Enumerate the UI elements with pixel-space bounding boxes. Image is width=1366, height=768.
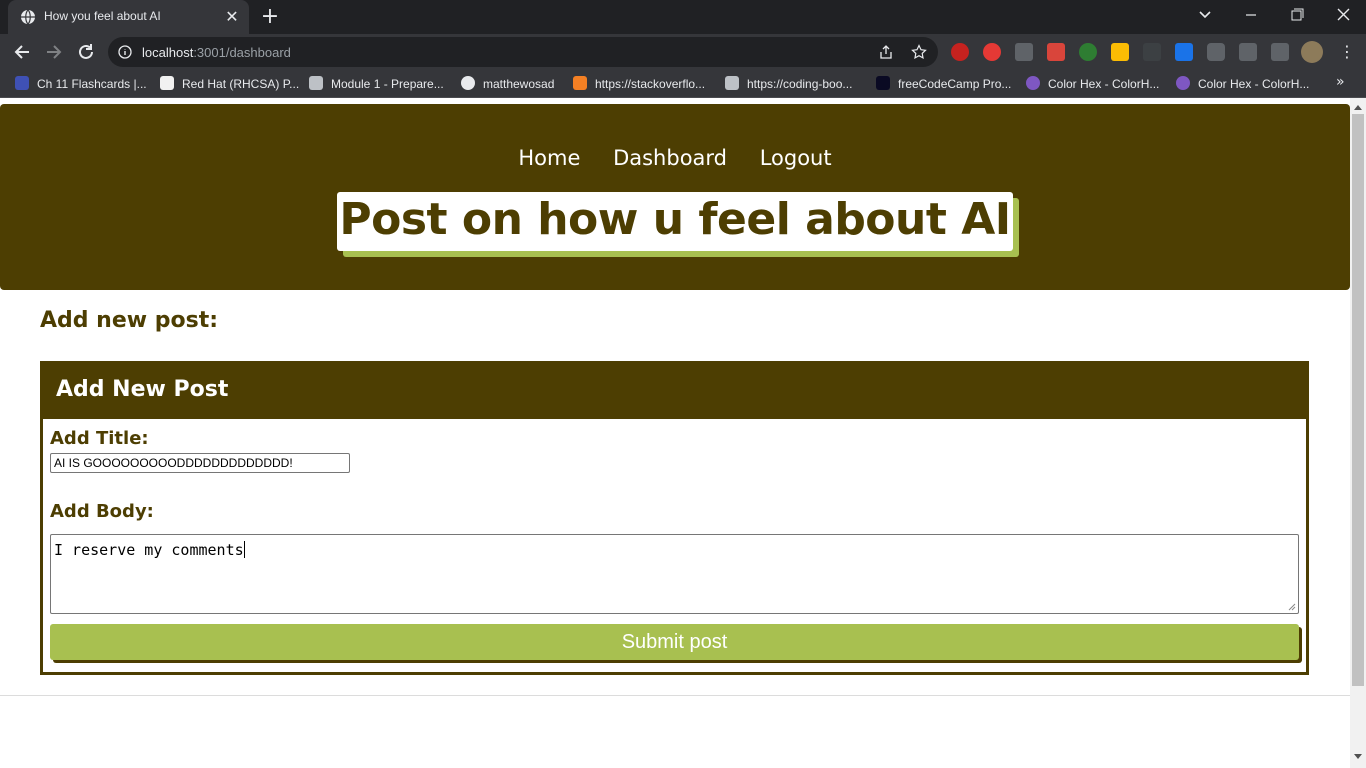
minimize-icon[interactable] [1238,4,1264,26]
extension-badge-icon[interactable] [1047,43,1065,61]
bookmarks-bar: Ch 11 Flashcards |... Red Hat (RHCSA) P.… [0,70,1366,98]
menu-kebab-icon[interactable]: ⋮ [1339,42,1355,61]
share-icon[interactable] [878,44,894,60]
side-panel-icon[interactable] [1271,43,1289,61]
restore-icon[interactable] [1284,4,1310,26]
tab-strip: How you feel about AI ✕ + [0,0,1366,34]
browser-toolbar: localhost:3001/dashboard ⋮ [0,34,1366,70]
page-title: Post on how u feel about AI [339,194,1011,245]
puzzle-icon[interactable] [1207,43,1225,61]
bookmark-item[interactable]: Color Hex - ColorH... [1176,76,1309,92]
section-heading: Add new post: [40,308,219,333]
scroll-up-arrow-icon[interactable] [1354,105,1362,110]
globe-icon [21,9,35,25]
bookmark-item[interactable]: matthewosad [461,76,554,92]
nav-dashboard-link[interactable]: Dashboard [613,146,727,170]
new-tab-icon[interactable]: + [258,6,282,30]
body-text: I reserve my comments [54,541,244,559]
scroll-down-arrow-icon[interactable] [1354,754,1362,759]
bookmark-item[interactable]: Ch 11 Flashcards |... [15,76,147,92]
hero-title-box: Post on how u feel about AI [337,192,1013,251]
info-icon[interactable] [118,45,132,59]
bookmark-star-icon[interactable] [911,44,927,60]
json-formatter-icon[interactable] [1143,43,1161,61]
translate-icon[interactable] [1015,43,1033,61]
bookmark-item[interactable]: https://stackoverflo... [573,76,705,92]
bookmark-item[interactable]: Module 1 - Prepare... [309,76,444,92]
tab-search-icon[interactable] [1192,4,1218,26]
close-window-icon[interactable] [1330,4,1356,26]
url-text: localhost:3001/dashboard [142,45,291,60]
reload-icon[interactable] [75,41,97,63]
title-label: Add Title: [50,428,149,449]
body-label: Add Body: [50,501,154,522]
bookmark-item[interactable]: freeCodeCamp Pro... [876,76,1011,92]
back-arrow-icon[interactable] [11,41,33,63]
reading-list-icon[interactable] [1239,43,1257,61]
bookmarks-overflow-icon[interactable]: » [1336,74,1345,90]
nav-logout-link[interactable]: Logout [760,146,832,170]
body-textarea[interactable]: I reserve my comments [50,534,1299,614]
text-caret [243,541,245,558]
new-post-form: Add New Post Add Title: AI IS GOOOOOOOOO… [40,361,1309,675]
js-extension-icon[interactable] [1175,43,1193,61]
footer-divider [0,695,1350,696]
main-nav: Home Dashboard Logout [0,146,1350,170]
bookmark-item[interactable]: Color Hex - ColorH... [1026,76,1159,92]
address-bar[interactable]: localhost:3001/dashboard [108,37,938,67]
form-header: Add New Post [43,364,1306,419]
tab-title: How you feel about AI [44,9,161,23]
title-input[interactable]: AI IS GOOOOOOOOODDDDDDDDDDDDD! [50,453,350,473]
page-viewport: Home Dashboard Logout Post on how u feel… [0,98,1350,768]
form-title: Add New Post [56,377,229,402]
site-header: Home Dashboard Logout Post on how u feel… [0,104,1350,290]
colorzilla-icon[interactable] [1111,43,1129,61]
tab-close-icon[interactable]: ✕ [223,8,241,26]
bookmark-item[interactable]: Red Hat (RHCSA) P... [160,76,299,92]
nav-home-link[interactable]: Home [518,146,580,170]
page-scrollbar[interactable] [1350,98,1366,768]
adblock-icon[interactable] [951,43,969,61]
scroll-thumb[interactable] [1352,114,1364,686]
browser-tab[interactable]: How you feel about AI ✕ [8,0,249,34]
avatar[interactable] [1301,41,1323,63]
bookmark-item[interactable]: https://coding-boo... [725,76,852,92]
check-extension-icon[interactable] [1079,43,1097,61]
resize-grip-icon[interactable] [1288,603,1296,611]
submit-post-button[interactable]: Submit post [50,624,1299,660]
stop-extension-icon[interactable] [983,43,1001,61]
forward-arrow-icon[interactable] [43,41,65,63]
